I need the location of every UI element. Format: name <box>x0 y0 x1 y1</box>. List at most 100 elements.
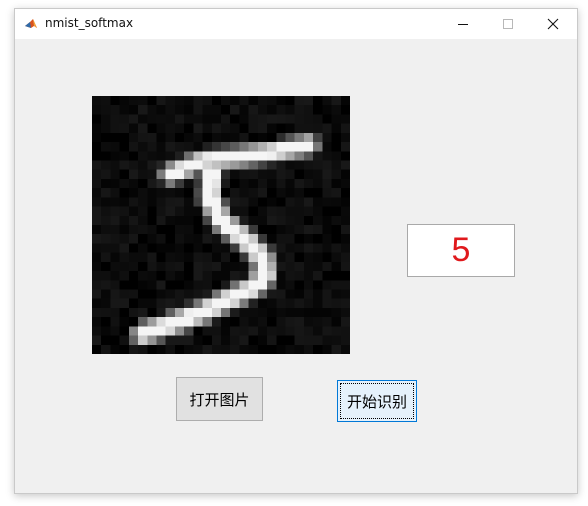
digit-image <box>92 96 350 354</box>
digit-pixel <box>119 289 129 299</box>
digit-pixel <box>211 344 221 354</box>
digit-pixel <box>119 335 129 345</box>
digit-pixel <box>156 215 166 225</box>
digit-pixel <box>248 114 258 124</box>
digit-pixel <box>331 151 341 161</box>
close-button[interactable] <box>530 9 575 39</box>
digit-pixel <box>294 335 304 345</box>
digit-pixel <box>174 151 185 161</box>
digit-pixel <box>230 271 240 281</box>
digit-pixel <box>211 142 221 152</box>
digit-pixel <box>211 335 221 345</box>
digit-pixel <box>239 252 249 262</box>
focus-rectangle <box>340 383 414 419</box>
digit-pixel <box>313 225 323 235</box>
digit-pixel <box>101 105 111 115</box>
digit-pixel <box>128 344 139 354</box>
digit-pixel <box>303 252 314 262</box>
digit-pixel <box>202 178 212 189</box>
digit-pixel <box>138 243 148 253</box>
digit-pixel <box>174 261 185 272</box>
digit-pixel <box>340 169 350 179</box>
digit-pixel <box>147 114 157 124</box>
digit-pixel <box>92 252 102 262</box>
digit-pixel <box>202 225 212 235</box>
digit-pixel <box>128 160 139 170</box>
minimize-button[interactable] <box>440 9 485 39</box>
digit-pixel <box>202 326 212 336</box>
digit-pixel <box>267 206 277 216</box>
digit-pixel <box>128 197 139 207</box>
digit-pixel <box>322 96 332 106</box>
digit-pixel <box>147 234 157 244</box>
digit-pixel <box>303 261 314 272</box>
digit-pixel <box>193 151 203 161</box>
digit-pixel <box>285 326 295 336</box>
digit-pixel <box>92 169 102 179</box>
digit-pixel <box>221 142 231 152</box>
digit-pixel <box>193 271 203 281</box>
digit-pixel <box>303 96 314 106</box>
digit-pixel <box>230 169 240 179</box>
digit-pixel <box>221 160 231 170</box>
digit-pixel <box>110 178 120 189</box>
digit-pixel <box>110 280 120 290</box>
maximize-button[interactable] <box>485 9 530 39</box>
digit-pixel <box>193 132 203 143</box>
digit-pixel <box>128 307 139 318</box>
digit-pixel <box>174 169 185 179</box>
open-image-button[interactable]: 打开图片 <box>176 377 263 421</box>
digit-pixel <box>294 326 304 336</box>
digit-pixel <box>174 243 185 253</box>
digit-pixel <box>147 225 157 235</box>
digit-pixel <box>92 335 102 345</box>
digit-pixel <box>193 234 203 244</box>
digit-pixel <box>340 114 350 124</box>
digit-pixel <box>119 234 129 244</box>
digit-pixel <box>165 335 175 345</box>
digit-pixel <box>138 151 148 161</box>
digit-pixel <box>230 160 240 170</box>
digit-pixel <box>147 252 157 262</box>
digit-pixel <box>110 206 120 216</box>
digit-pixel <box>119 215 129 225</box>
digit-pixel <box>147 178 157 189</box>
digit-pixel <box>101 243 111 253</box>
digit-pixel <box>285 261 295 272</box>
digit-pixel <box>276 114 286 124</box>
digit-pixel <box>184 317 194 327</box>
digit-pixel <box>119 178 129 189</box>
digit-pixel <box>276 105 286 115</box>
digit-pixel <box>92 160 102 170</box>
digit-pixel <box>221 252 231 262</box>
digit-pixel <box>257 326 268 336</box>
digit-pixel <box>294 123 304 133</box>
digit-pixel <box>285 234 295 244</box>
digit-pixel <box>340 252 350 262</box>
digit-pixel <box>128 252 139 262</box>
digit-pixel <box>276 326 286 336</box>
digit-pixel <box>239 280 249 290</box>
digit-pixel <box>285 206 295 216</box>
title-bar[interactable]: nmist_softmax <box>15 9 577 39</box>
digit-pixel <box>340 132 350 143</box>
close-icon <box>547 18 558 30</box>
digit-pixel <box>285 169 295 179</box>
start-recognition-button[interactable]: 开始识别 <box>337 380 417 422</box>
digit-pixel <box>313 178 323 189</box>
digit-pixel <box>340 160 350 170</box>
digit-pixel <box>239 261 249 272</box>
digit-pixel <box>285 289 295 299</box>
digit-pixel <box>165 326 175 336</box>
digit-pixel <box>239 225 249 235</box>
digit-pixel <box>267 326 277 336</box>
digit-pixel <box>230 132 240 143</box>
digit-pixel <box>285 307 295 318</box>
digit-pixel <box>193 298 203 308</box>
digit-pixel <box>202 298 212 308</box>
digit-pixel <box>230 243 240 253</box>
digit-pixel <box>239 178 249 189</box>
digit-pixel <box>303 335 314 345</box>
digit-pixel <box>165 142 175 152</box>
digit-pixel <box>285 215 295 225</box>
